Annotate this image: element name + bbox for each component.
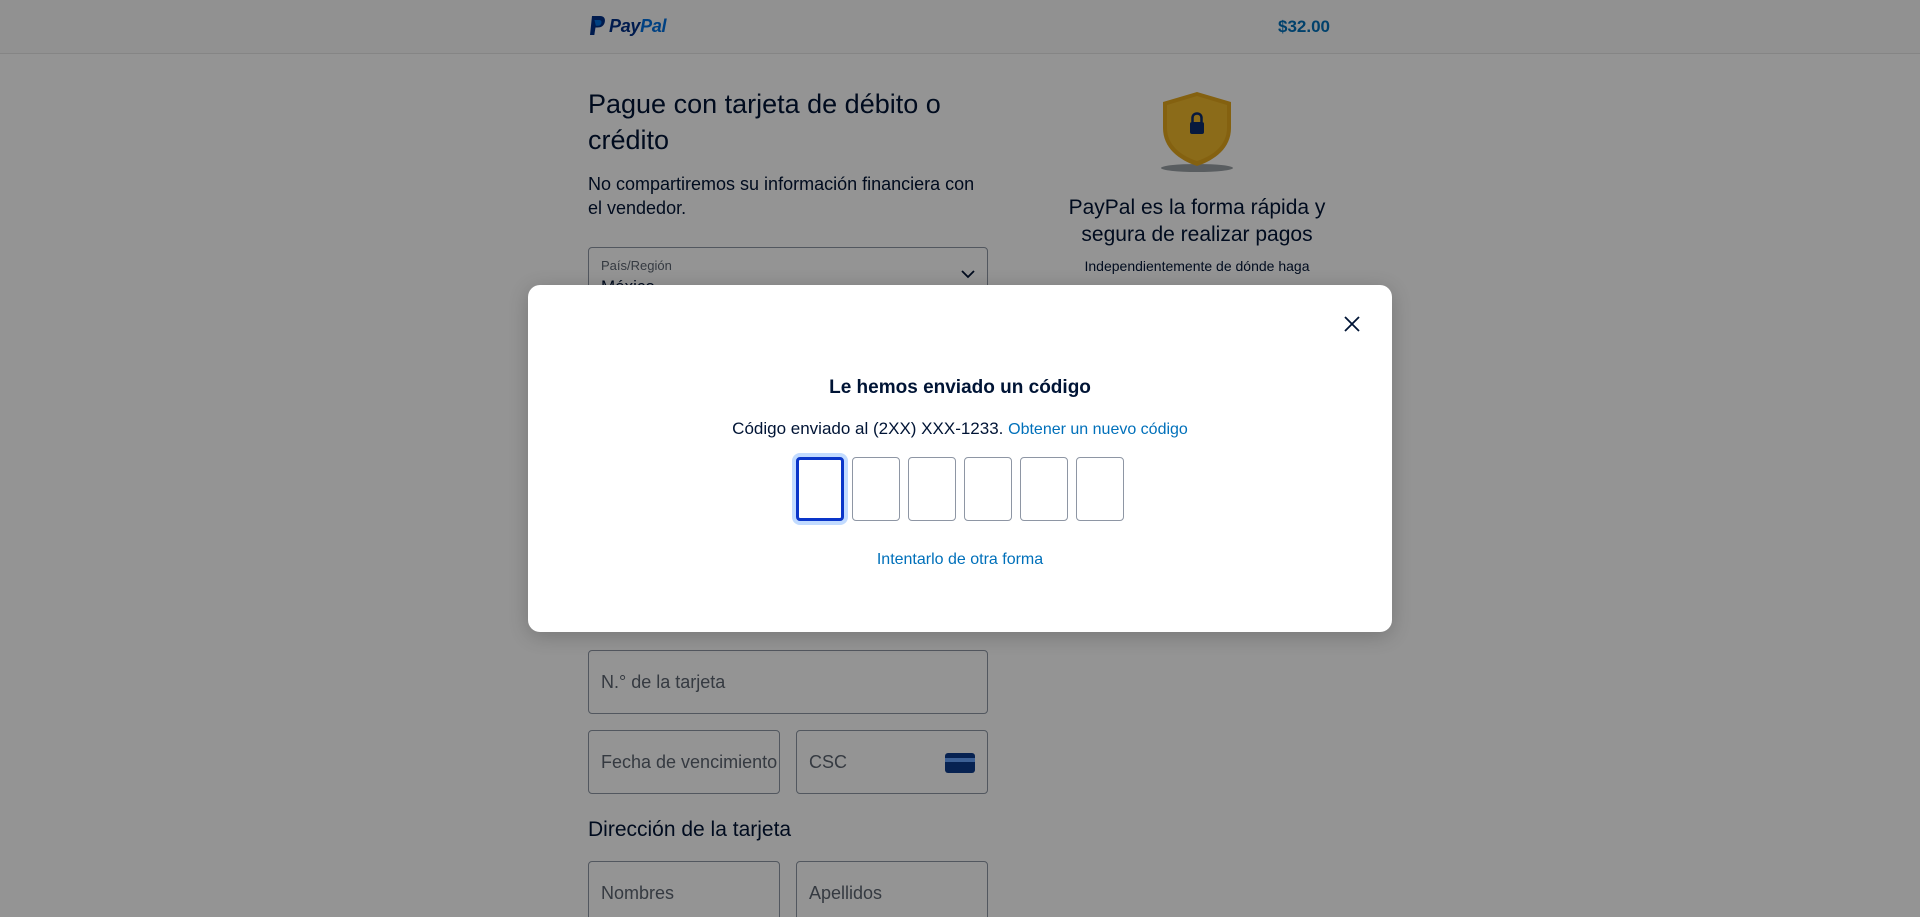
otp-digit-4[interactable]: [964, 457, 1012, 521]
verification-modal: Le hemos enviado un código Código enviad…: [528, 285, 1392, 632]
otp-digit-3[interactable]: [908, 457, 956, 521]
try-another-way-link[interactable]: Intentarlo de otra forma: [877, 551, 1043, 568]
close-button[interactable]: [1336, 309, 1368, 341]
code-sent-line: Código enviado al (2XX) XXX-1233. Obtene…: [528, 419, 1392, 439]
code-sent-text: Código enviado al (2XX) XXX-1233.: [732, 419, 1004, 438]
otp-digit-5[interactable]: [1020, 457, 1068, 521]
close-icon: [1344, 315, 1360, 332]
new-code-link[interactable]: Obtener un nuevo código: [1008, 421, 1188, 438]
modal-title: Le hemos enviado un código: [829, 377, 1091, 398]
otp-input-group: [796, 457, 1124, 521]
otp-digit-2[interactable]: [852, 457, 900, 521]
otp-digit-1[interactable]: [796, 457, 844, 521]
alt-method-row: Intentarlo de otra forma: [528, 551, 1392, 569]
otp-digit-6[interactable]: [1076, 457, 1124, 521]
